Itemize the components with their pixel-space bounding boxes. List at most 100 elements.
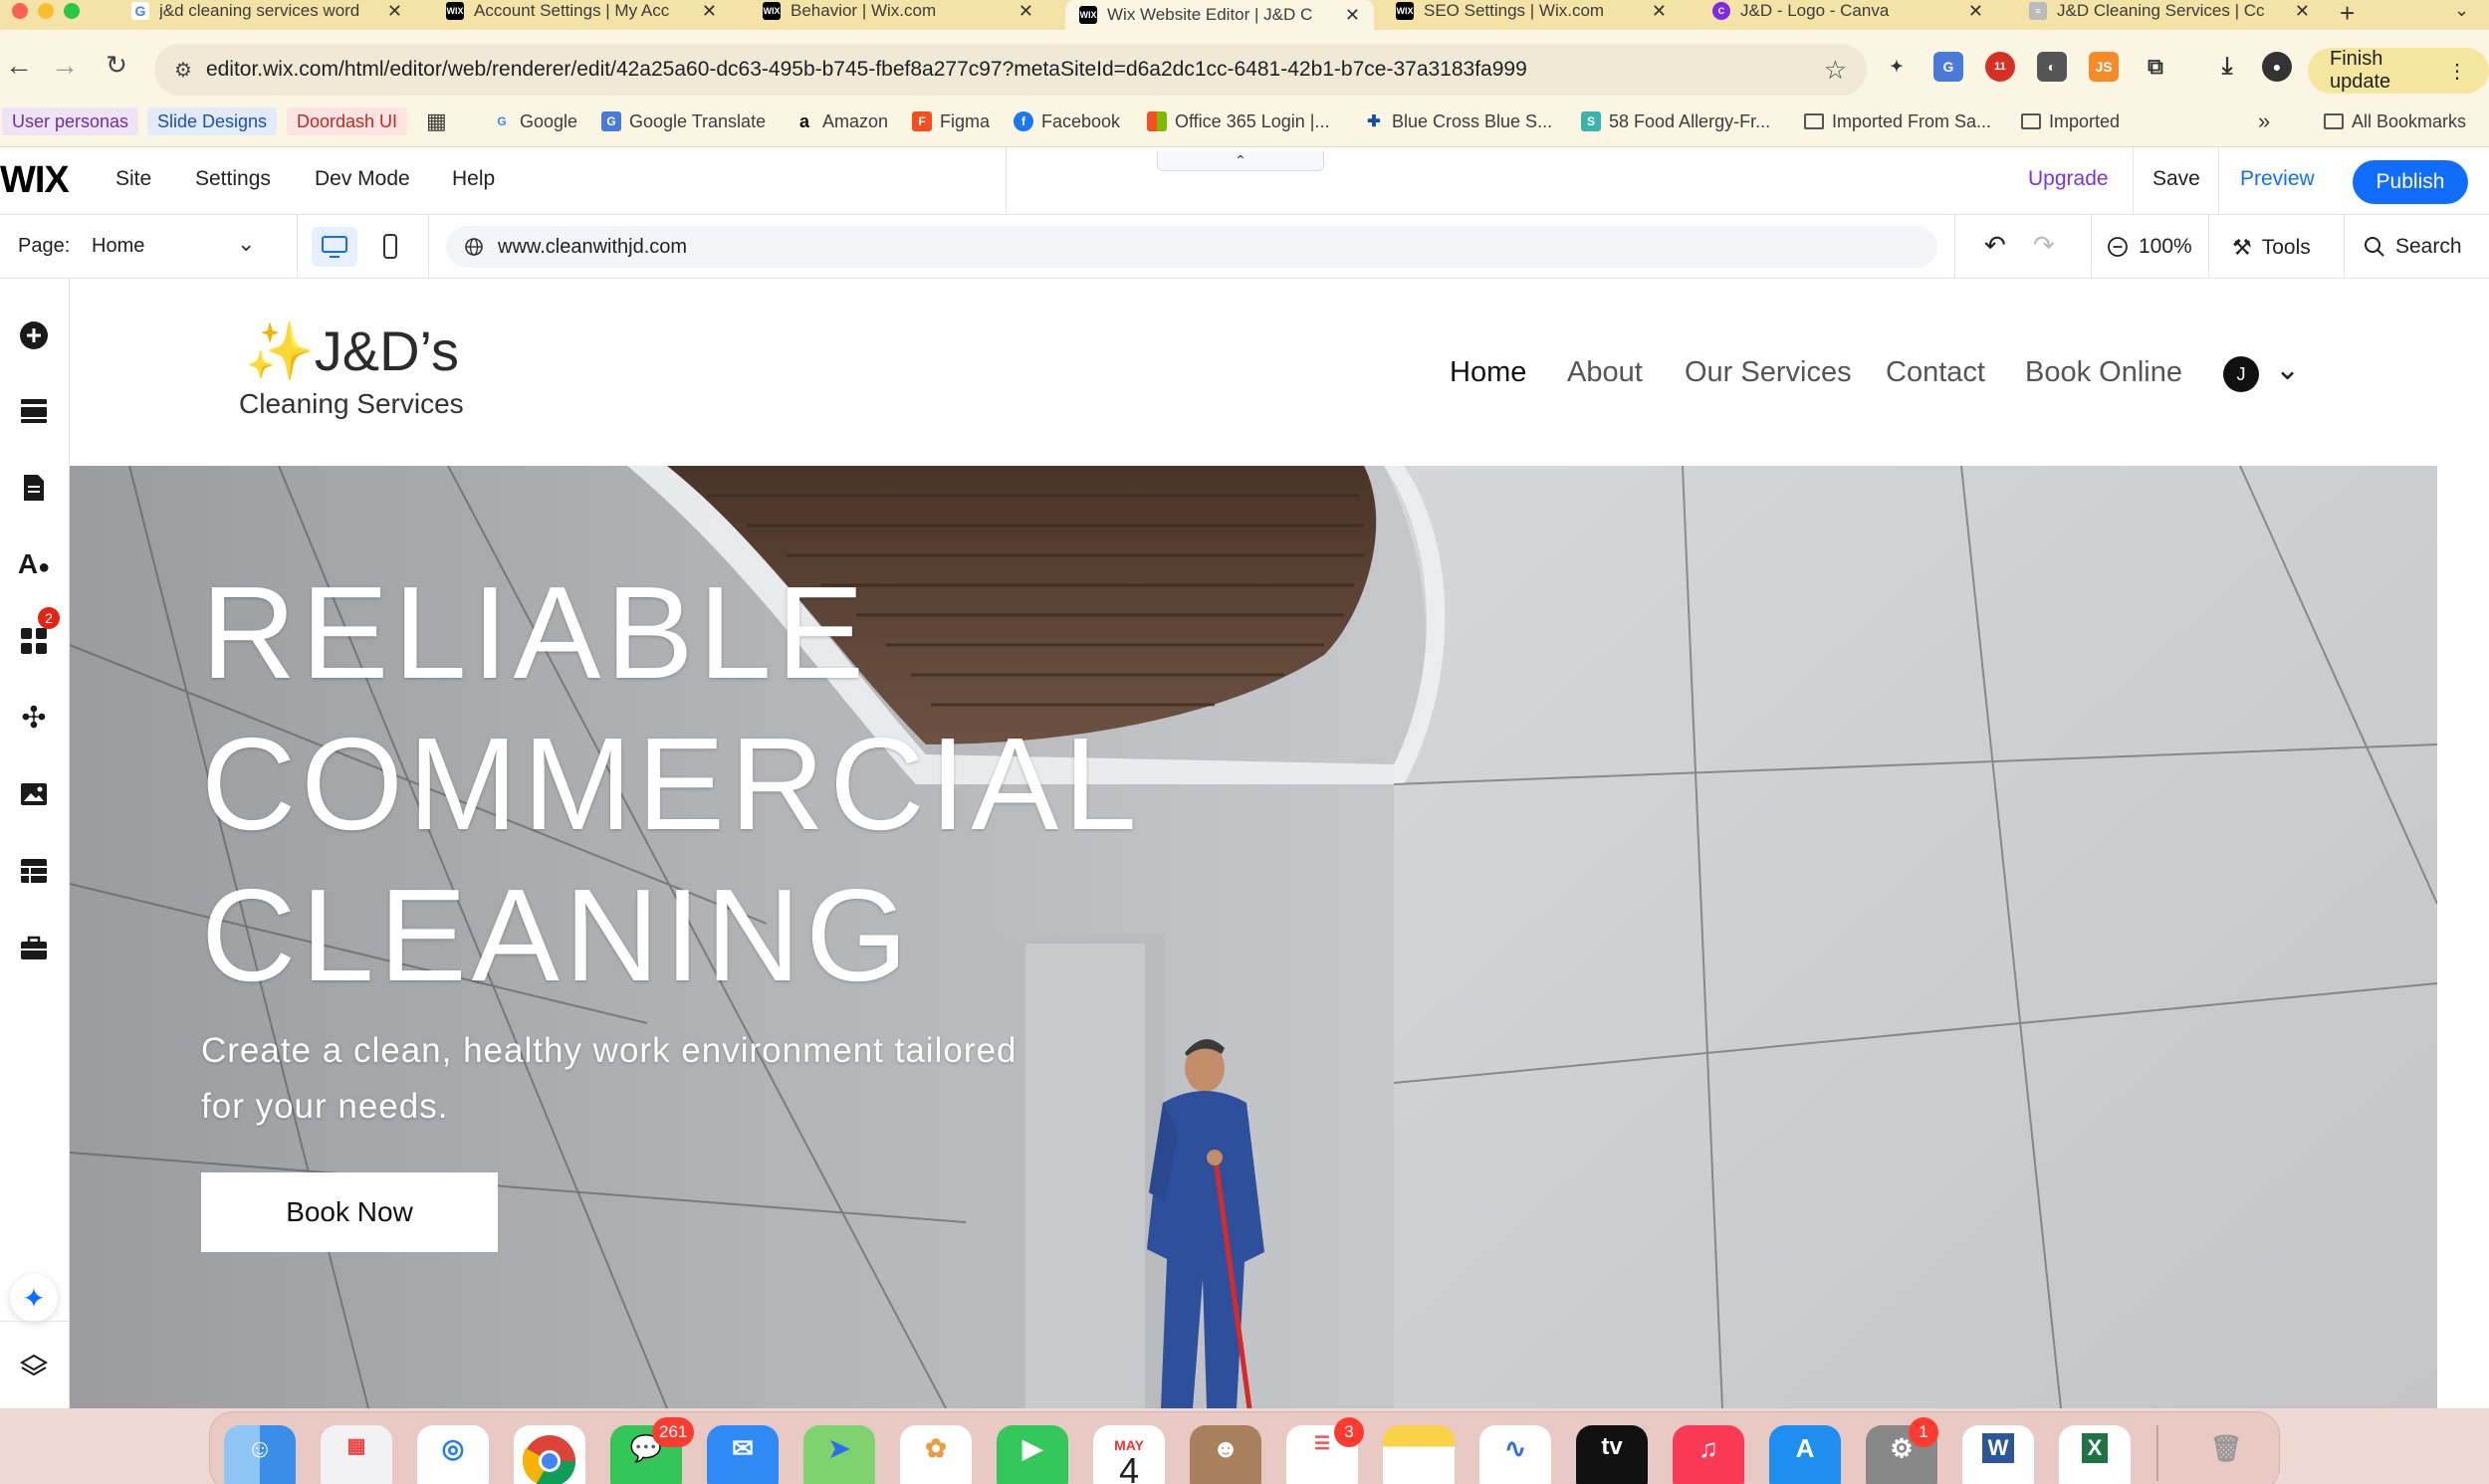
- menu-dev-mode[interactable]: Dev Mode: [315, 167, 410, 191]
- browser-tab[interactable]: WIX SEO Settings | Wix.com ✕: [1382, 0, 1681, 22]
- apps-grid-icon[interactable]: ▦: [426, 107, 447, 135]
- nav-book-online[interactable]: Book Online: [2025, 356, 2182, 389]
- music-icon[interactable]: ♫: [1673, 1425, 1744, 1484]
- notes-icon[interactable]: [1383, 1425, 1455, 1484]
- browser-tab[interactable]: WIX Account Settings | My Acc ✕: [432, 0, 731, 22]
- upgrade-link[interactable]: Upgrade: [2028, 167, 2109, 191]
- member-avatar[interactable]: J: [2223, 356, 2259, 392]
- bookmark-folder-imported[interactable]: Imported: [2021, 107, 2120, 135]
- bookmark-google[interactable]: G Google: [492, 107, 577, 135]
- chevron-down-icon[interactable]: ⌄: [237, 231, 255, 257]
- media-button[interactable]: [14, 774, 54, 814]
- pages-menu-button[interactable]: [14, 468, 54, 508]
- bookmark-user-personas[interactable]: User personas: [2, 107, 139, 135]
- profile-avatar[interactable]: ●: [2262, 52, 2292, 82]
- add-elements-button[interactable]: [14, 316, 54, 355]
- menu-help[interactable]: Help: [452, 167, 495, 191]
- launchpad-icon[interactable]: ▦: [321, 1425, 392, 1484]
- address-bar[interactable]: ⚙ editor.wix.com/html/editor/web/rendere…: [154, 44, 1867, 96]
- add-section-button[interactable]: [14, 391, 54, 431]
- translate-extension-icon[interactable]: G: [1933, 52, 1963, 82]
- maps-icon[interactable]: ➤: [803, 1425, 875, 1484]
- all-bookmarks-folder[interactable]: All Bookmarks: [2324, 107, 2466, 135]
- chevron-down-icon[interactable]: ⌄: [2275, 352, 2300, 387]
- back-arrow-icon[interactable]: ←: [2, 50, 36, 82]
- collapse-topbar-chevron-icon[interactable]: ⌃: [1157, 151, 1324, 171]
- more-bookmarks-icon[interactable]: »: [2258, 107, 2270, 135]
- safari-icon[interactable]: ◎: [417, 1425, 489, 1484]
- tools-button[interactable]: ⚒ Tools: [2232, 235, 2311, 261]
- add-apps-button[interactable]: 2: [14, 607, 60, 661]
- finish-update-button[interactable]: Finish update ⋮: [2308, 48, 2489, 94]
- mobile-view-button[interactable]: [367, 227, 413, 267]
- nav-about[interactable]: About: [1567, 356, 1643, 389]
- bookmark-folder-imported-from[interactable]: Imported From Sa...: [1804, 107, 1991, 135]
- browser-tab[interactable]: G j&d cleaning services word ✕: [117, 0, 416, 22]
- book-now-button[interactable]: Book Now: [201, 1172, 498, 1252]
- site-info-icon[interactable]: ⚙: [174, 58, 192, 83]
- freeform-icon[interactable]: ∿: [1479, 1425, 1551, 1484]
- close-tab-icon[interactable]: ✕: [1968, 1, 1983, 22]
- calendar-icon[interactable]: MAY 4: [1093, 1425, 1165, 1484]
- app-store-icon[interactable]: A: [1769, 1425, 1841, 1484]
- extension-icon[interactable]: ◐: [2037, 52, 2067, 82]
- wix-logo[interactable]: WIX: [0, 159, 70, 202]
- js-extension-icon[interactable]: JS: [2089, 52, 2119, 82]
- bookmark-facebook[interactable]: f Facebook: [1014, 107, 1120, 135]
- close-tab-icon[interactable]: ✕: [1652, 1, 1667, 22]
- mail-icon[interactable]: ✉: [707, 1425, 779, 1484]
- page-selector[interactable]: Home: [92, 235, 144, 258]
- preview-button[interactable]: Preview: [2240, 167, 2315, 191]
- bookmark-star-icon[interactable]: ☆: [1824, 55, 1847, 86]
- tab-search-chevron-icon[interactable]: ⌄: [2454, 0, 2469, 21]
- close-tab-icon[interactable]: ✕: [1345, 5, 1360, 26]
- undo-icon[interactable]: ↶: [1984, 230, 2006, 261]
- extension-badge-icon[interactable]: 11: [1985, 52, 2015, 82]
- desktop-view-button[interactable]: [312, 227, 357, 267]
- bookmark-google-translate[interactable]: G Google Translate: [601, 107, 766, 135]
- zoom-control[interactable]: 100%: [2107, 235, 2192, 259]
- nav-home[interactable]: Home: [1450, 356, 1526, 389]
- apple-tv-icon[interactable]: tv: [1576, 1425, 1648, 1484]
- bookmark-food-allergy[interactable]: S 58 Food Allergy-Fr...: [1581, 107, 1770, 135]
- word-icon[interactable]: W: [1962, 1425, 2034, 1484]
- bookmark-office-365[interactable]: Office 365 Login |...: [1147, 107, 1329, 135]
- contacts-icon[interactable]: ☻: [1190, 1425, 1261, 1484]
- close-tab-icon[interactable]: ✕: [2295, 1, 2310, 22]
- nav-contact[interactable]: Contact: [1886, 356, 1985, 389]
- site-logo[interactable]: ✨J&D’s: [245, 318, 459, 384]
- ai-assistant-button[interactable]: ✦: [10, 1274, 58, 1322]
- site-canvas[interactable]: ✨J&D’s Cleaning Services Home About Our …: [70, 279, 2437, 1408]
- minimize-window-button[interactable]: [38, 3, 54, 19]
- business-tools-button[interactable]: [14, 928, 54, 967]
- save-button[interactable]: Save: [2152, 167, 2200, 191]
- close-tab-icon[interactable]: ✕: [387, 1, 402, 22]
- chrome-icon[interactable]: [514, 1425, 585, 1484]
- layers-button[interactable]: [14, 1347, 54, 1386]
- browser-tab[interactable]: ≡ J&D Cleaning Services | Cc ✕: [2015, 0, 2324, 22]
- menu-settings[interactable]: Settings: [195, 167, 271, 191]
- hero-section[interactable]: RELIABLE COMMERCIAL CLEANING Create a cl…: [70, 466, 2437, 1408]
- close-tab-icon[interactable]: ✕: [1018, 1, 1033, 22]
- finder-icon[interactable]: ☺: [224, 1425, 296, 1484]
- close-window-button[interactable]: [12, 3, 28, 19]
- bookmark-doordash-ui[interactable]: Doordash UI: [287, 107, 408, 135]
- nav-our-services[interactable]: Our Services: [1685, 356, 1852, 389]
- zoom-window-button[interactable]: [64, 3, 80, 19]
- bookmark-blue-cross[interactable]: ✚ Blue Cross Blue S...: [1364, 107, 1552, 135]
- extension-icon[interactable]: ✦: [1882, 52, 1912, 82]
- business-apps-button[interactable]: ✣: [14, 698, 54, 738]
- photos-icon[interactable]: ✿: [900, 1425, 972, 1484]
- search-button[interactable]: Search: [2364, 235, 2462, 259]
- bookmark-figma[interactable]: F Figma: [912, 107, 990, 135]
- browser-tab-active[interactable]: WIX Wix Website Editor | J&D C ✕: [1065, 0, 1374, 30]
- publish-button[interactable]: Publish: [2353, 160, 2468, 204]
- bookmark-amazon[interactable]: a Amazon: [794, 107, 888, 135]
- extensions-puzzle-icon[interactable]: ⧉: [2141, 52, 2170, 82]
- site-url-bar[interactable]: www.cleanwithjd.com: [446, 226, 1937, 268]
- reload-icon[interactable]: ↻: [100, 50, 133, 81]
- browser-tab[interactable]: C J&D - Logo - Canva ✕: [1698, 0, 1997, 22]
- menu-site[interactable]: Site: [115, 167, 151, 191]
- new-tab-icon[interactable]: +: [2340, 0, 2355, 29]
- redo-icon[interactable]: ↷: [2033, 230, 2055, 261]
